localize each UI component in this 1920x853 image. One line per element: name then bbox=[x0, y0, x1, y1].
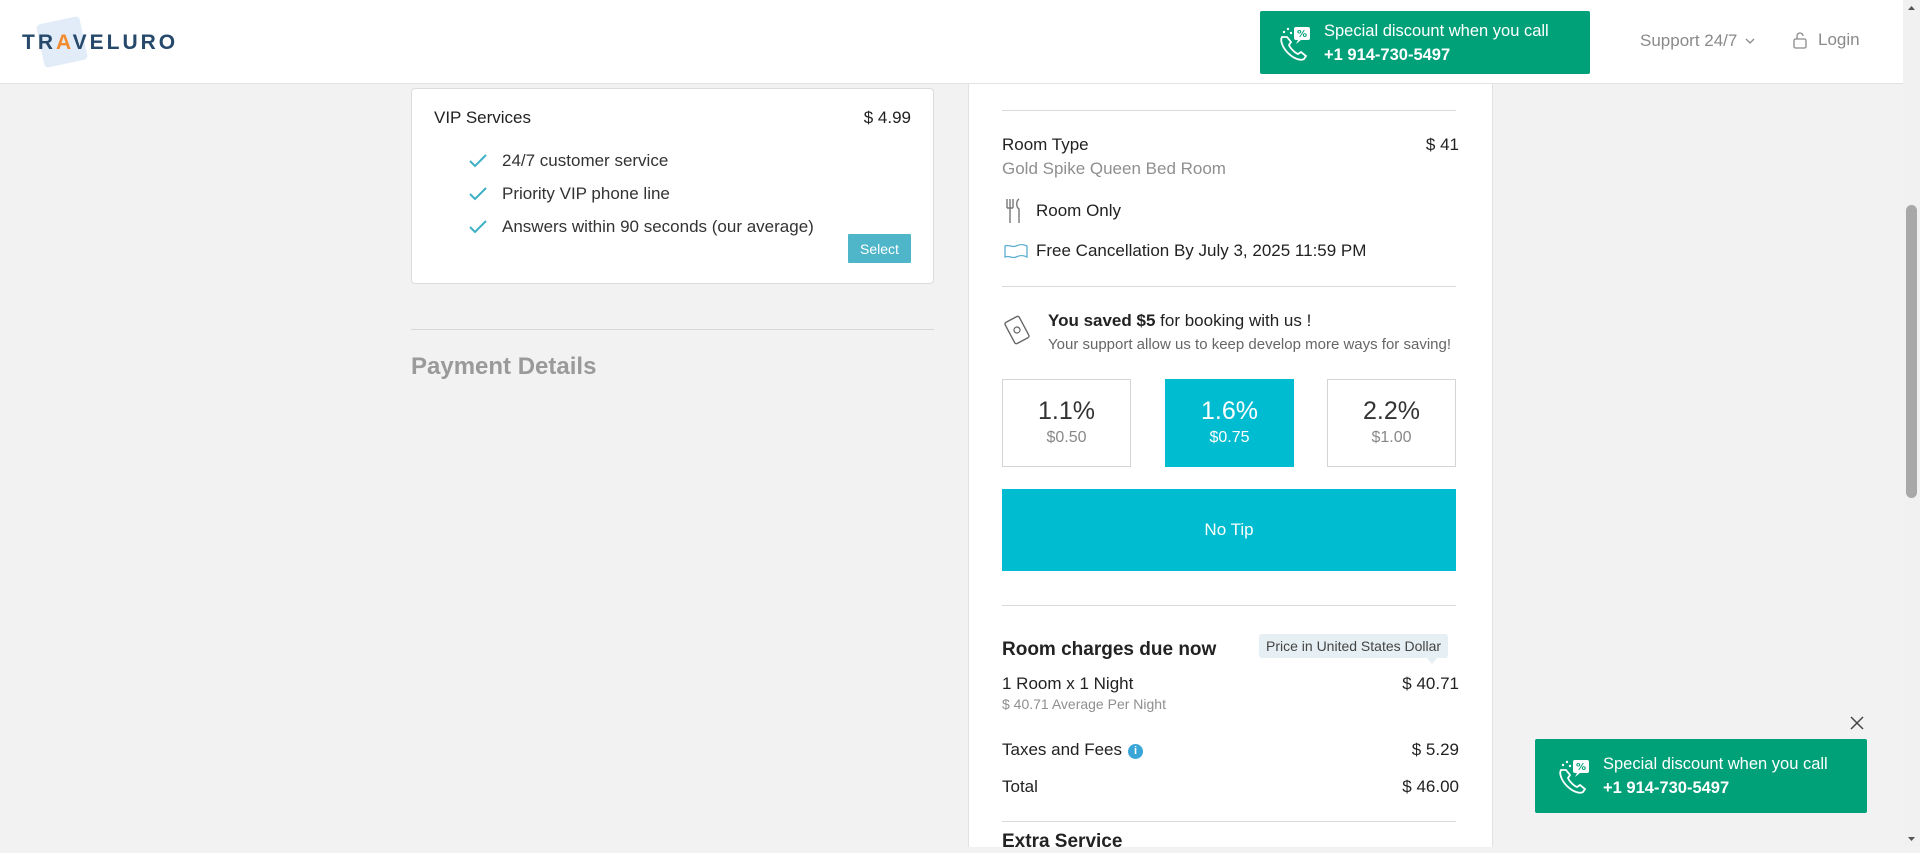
saved-message: You saved $5 for booking with us ! bbox=[1048, 311, 1312, 330]
coupon-icon bbox=[1004, 315, 1030, 345]
rooms-price: $ 40.71 bbox=[1402, 674, 1459, 693]
payment-details-title: Payment Details bbox=[411, 353, 597, 380]
taxes-label: Taxes and Fees i bbox=[1002, 740, 1144, 760]
vip-select-button[interactable]: Select bbox=[848, 234, 911, 263]
promo-text: Special discount when you call bbox=[1324, 21, 1549, 40]
page-scrollbar[interactable] bbox=[1903, 0, 1920, 847]
divider bbox=[1002, 286, 1456, 287]
room-type-label: Room Type bbox=[1002, 135, 1089, 154]
check-icon bbox=[469, 186, 487, 200]
room-type-price: $ 41 bbox=[1425, 135, 1459, 154]
logo-text: TRAVELURO bbox=[22, 31, 179, 54]
room-name: Gold Spike Queen Bed Room bbox=[1002, 159, 1226, 178]
floating-call-discount-banner[interactable]: % Special discount when you call +1 914-… bbox=[1535, 739, 1867, 813]
check-icon bbox=[469, 153, 487, 167]
scroll-down-arrow-icon[interactable] bbox=[1903, 830, 1920, 847]
check-icon bbox=[469, 219, 487, 233]
scroll-up-arrow-icon[interactable] bbox=[1903, 0, 1920, 17]
support-dropdown[interactable]: Support 24/7 bbox=[1640, 31, 1755, 51]
svg-text:%: % bbox=[1576, 762, 1586, 773]
list-item: Answers within 90 seconds (our average) bbox=[468, 210, 814, 243]
free-cancellation: Free Cancellation By July 3, 2025 11:59 … bbox=[1036, 241, 1367, 260]
promo-phone[interactable]: +1 914-730-5497 bbox=[1324, 43, 1549, 67]
extra-service-title: Extra Service bbox=[1002, 831, 1123, 852]
vip-feature-list: 24/7 customer service Priority VIP phone… bbox=[468, 144, 814, 243]
close-icon[interactable] bbox=[1849, 715, 1865, 731]
list-item: Priority VIP phone line bbox=[468, 177, 814, 210]
total-label: Total bbox=[1002, 777, 1038, 796]
chevron-down-icon bbox=[1745, 38, 1755, 44]
average-per-night: $ 40.71 Average Per Night bbox=[1002, 696, 1166, 712]
divider bbox=[411, 329, 934, 330]
lock-icon bbox=[1793, 32, 1807, 49]
promo-text: Special discount when you call bbox=[1603, 755, 1828, 773]
room-charges-title: Room charges due now bbox=[1002, 639, 1217, 660]
tip-option-2[interactable]: 1.6% $0.75 bbox=[1165, 379, 1294, 467]
utensils-icon bbox=[1006, 198, 1020, 223]
phone-discount-icon: % bbox=[1280, 26, 1310, 61]
vip-title: VIP Services bbox=[434, 108, 532, 127]
meal-plan: Room Only bbox=[1036, 201, 1122, 220]
top-header: TRAVELURO % Special discount when you ca… bbox=[0, 0, 1903, 84]
list-item: 24/7 customer service bbox=[468, 144, 814, 177]
login-button[interactable]: Login bbox=[1792, 30, 1860, 50]
scroll-thumb[interactable] bbox=[1906, 205, 1917, 498]
rooms-nights: 1 Room x 1 Night bbox=[1002, 674, 1134, 693]
flag-icon bbox=[1004, 243, 1028, 259]
booking-summary-panel: Room Type $ 41 Gold Spike Queen Bed Room… bbox=[968, 83, 1493, 852]
vip-services-card: VIP Services $ 4.99 24/7 customer servic… bbox=[411, 88, 934, 284]
vip-price: $ 4.99 bbox=[863, 108, 911, 127]
taxes-price: $ 5.29 bbox=[1411, 740, 1459, 759]
divider bbox=[1002, 605, 1456, 606]
svg-text:%: % bbox=[1297, 29, 1307, 40]
info-icon[interactable]: i bbox=[1128, 744, 1144, 759]
phone-discount-icon: % bbox=[1559, 760, 1589, 794]
call-discount-banner[interactable]: % Special discount when you call +1 914-… bbox=[1260, 11, 1590, 74]
login-label: Login bbox=[1818, 30, 1860, 49]
no-tip-button[interactable]: No Tip bbox=[1002, 489, 1456, 571]
saved-subtext: Your support allow us to keep develop mo… bbox=[1048, 336, 1452, 353]
total-price: $ 46.00 bbox=[1402, 777, 1459, 796]
divider bbox=[1002, 110, 1456, 111]
tip-option-3[interactable]: 2.2% $1.00 bbox=[1327, 379, 1456, 467]
traveluro-logo[interactable]: TRAVELURO bbox=[22, 15, 179, 69]
currency-badge: Price in United States Dollar bbox=[1259, 634, 1449, 664]
divider bbox=[1002, 821, 1456, 822]
promo-phone[interactable]: +1 914-730-5497 bbox=[1603, 776, 1828, 800]
support-label: Support 24/7 bbox=[1640, 31, 1738, 50]
tip-option-1[interactable]: 1.1% $0.50 bbox=[1002, 379, 1131, 467]
